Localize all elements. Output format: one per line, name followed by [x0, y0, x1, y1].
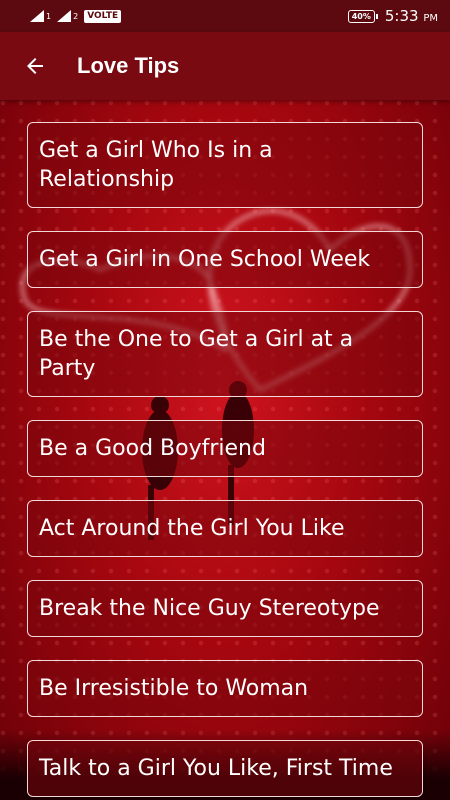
list-item[interactable]: Get a Girl Who Is in a Relationship [27, 122, 423, 208]
volte-badge: VOLTE [84, 9, 122, 23]
sim2-label: 2 [73, 11, 79, 21]
list-item[interactable]: Be the One to Get a Girl at a Party [27, 311, 423, 397]
tips-list: Get a Girl Who Is in a Relationship Get … [27, 122, 423, 800]
list-item[interactable]: Break the Nice Guy Stereotype [27, 580, 423, 637]
sim1-label: 1 [46, 11, 52, 21]
status-bar: 1 2 VOLTE 40% 5:33 PM [0, 0, 450, 32]
arrow-left-icon [27, 58, 43, 74]
battery-icon: 40% [347, 9, 379, 23]
signal-icon [57, 10, 72, 22]
page-title: Love Tips [77, 53, 180, 78]
list-item[interactable]: Be Irresistible to Woman [27, 660, 423, 717]
clock-ampm: PM [423, 13, 438, 24]
list-item[interactable]: Talk to a Girl You Like, First Time [27, 740, 423, 797]
app-bar: Love Tips [0, 32, 450, 100]
status-right: 40% 5:33 PM [347, 7, 438, 25]
back-button[interactable] [15, 46, 55, 86]
status-left: 1 2 VOLTE [30, 9, 122, 23]
list-item[interactable]: Get a Girl in One School Week [27, 231, 423, 288]
list-item[interactable]: Be a Good Boyfriend [27, 420, 423, 477]
clock: 5:33 PM [385, 7, 438, 25]
content-area: Get a Girl Who Is in a Relationship Get … [0, 100, 450, 800]
signal-icon [30, 10, 44, 22]
clock-time: 5:33 [384, 7, 419, 25]
list-item[interactable]: Act Around the Girl You Like [27, 500, 423, 557]
